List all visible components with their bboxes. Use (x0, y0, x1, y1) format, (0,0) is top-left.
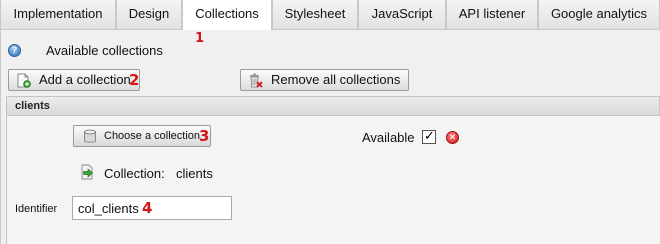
add-collection-label: Add a collection (39, 72, 131, 87)
tab-javascript[interactable]: JavaScript (358, 0, 446, 30)
tab-bar: Implementation Design Collections Styles… (0, 0, 660, 31)
annotation-3: 3 (199, 127, 210, 145)
choose-collection-button[interactable]: Choose a collection (73, 125, 211, 147)
database-icon (84, 129, 96, 143)
tab-collections[interactable]: Collections (182, 0, 272, 31)
available-checkbox[interactable]: ✓ (422, 128, 436, 144)
available-label: Available (362, 130, 415, 145)
remove-all-collections-button[interactable]: Remove all collections (240, 69, 409, 91)
tab-stylesheet[interactable]: Stylesheet (272, 0, 358, 30)
tab-implementation[interactable]: Implementation (0, 0, 116, 30)
arrow-right-icon (81, 164, 94, 180)
tab-design[interactable]: Design (116, 0, 182, 30)
remove-all-collections-label: Remove all collections (271, 72, 401, 87)
trash-delete-icon (250, 73, 263, 88)
annotation-4: 4 (142, 199, 153, 217)
collection-header: clients (6, 96, 660, 116)
section-title: Available collections (46, 43, 163, 58)
tab-google-analytics[interactable]: Google analytics (538, 0, 660, 30)
tab-api-listener[interactable]: API listener (446, 0, 538, 30)
identifier-label: Identifier (15, 203, 58, 215)
delete-icon[interactable]: ✕ (446, 131, 459, 144)
choose-collection-label: Choose a collection (104, 130, 201, 142)
collection-value: clients (176, 166, 213, 181)
add-collection-button[interactable]: Add a collection (8, 69, 140, 91)
help-icon[interactable]: ? (8, 44, 21, 57)
add-document-icon (17, 73, 31, 88)
annotation-2: 2 (129, 71, 140, 89)
checkmark-icon: ✓ (424, 128, 435, 143)
annotation-1: 1 (195, 31, 205, 46)
collection-label: Collection: (104, 166, 165, 181)
